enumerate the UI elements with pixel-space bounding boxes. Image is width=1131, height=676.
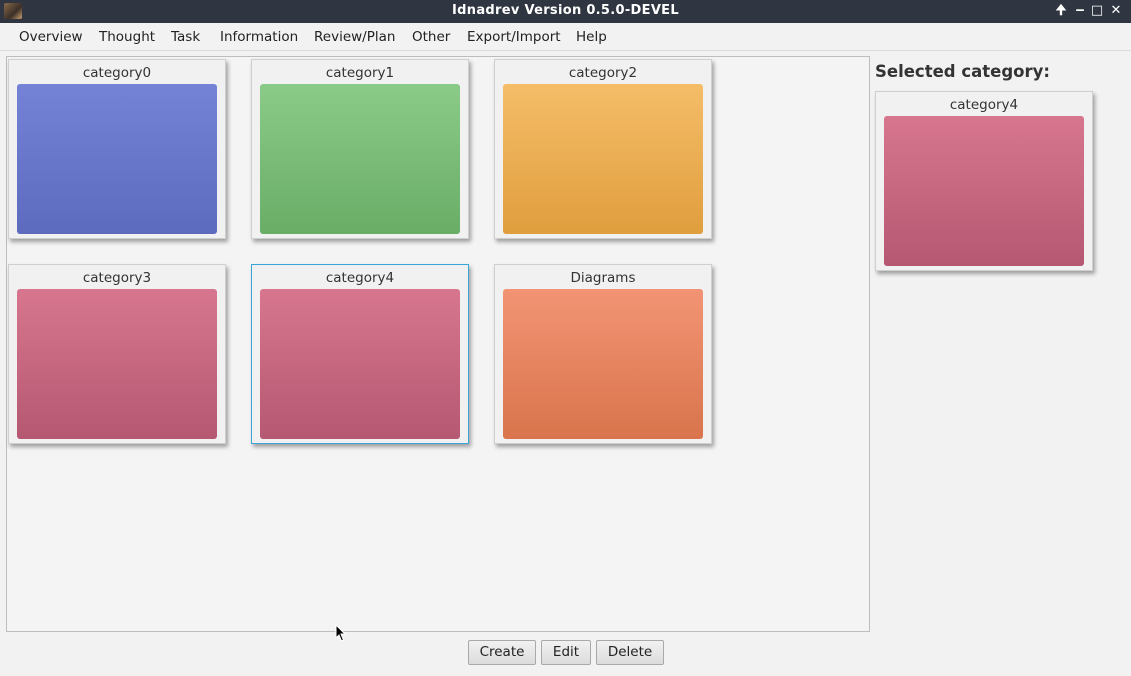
- menu-information[interactable]: Information: [220, 29, 298, 45]
- category-card[interactable]: category0: [8, 59, 226, 239]
- mouse-cursor-icon: [335, 624, 347, 642]
- menu-export-import[interactable]: Export/Import: [467, 29, 561, 45]
- menu-thought[interactable]: Thought: [99, 29, 155, 45]
- category-card[interactable]: category1: [251, 59, 469, 239]
- menu-help[interactable]: Help: [576, 29, 607, 45]
- edit-button[interactable]: Edit: [541, 640, 591, 665]
- minimize-icon[interactable]: ‒: [1072, 2, 1088, 20]
- selected-category-card: category4: [875, 91, 1093, 271]
- category-title: Diagrams: [570, 270, 636, 286]
- window-title: Idnadrev Version 0.5.0-DEVEL: [452, 3, 679, 18]
- category-title: category0: [82, 65, 152, 81]
- category-grid: category0 category1 category2 category3 …: [6, 56, 870, 632]
- maximize-icon[interactable]: □: [1089, 2, 1105, 20]
- menu-overview[interactable]: Overview: [19, 29, 83, 45]
- category-color-swatch: [17, 84, 217, 234]
- category-title: category3: [82, 270, 152, 286]
- delete-button[interactable]: Delete: [596, 640, 664, 665]
- category-color-swatch: [503, 84, 703, 234]
- category-title: category1: [325, 65, 395, 81]
- category-color-swatch: [503, 289, 703, 439]
- category-card[interactable]: category2: [494, 59, 712, 239]
- menu-other[interactable]: Other: [412, 29, 450, 45]
- category-card[interactable]: Diagrams: [494, 264, 712, 444]
- pin-icon[interactable]: 🠉: [1053, 2, 1069, 20]
- category-color-swatch: [260, 289, 460, 439]
- category-color-swatch: [260, 84, 460, 234]
- selected-category-color-swatch: [884, 116, 1084, 266]
- category-card-selected[interactable]: category4: [251, 264, 469, 444]
- create-button[interactable]: Create: [468, 640, 536, 665]
- menu-bar: Overview Thought Task Information Review…: [0, 23, 1131, 51]
- selected-category-title: category4: [949, 97, 1019, 113]
- menu-task[interactable]: Task: [171, 29, 200, 45]
- category-color-swatch: [17, 289, 217, 439]
- category-title: category4: [325, 270, 395, 286]
- selected-category-heading: Selected category:: [875, 62, 1050, 81]
- menu-review-plan[interactable]: Review/Plan: [314, 29, 395, 45]
- title-bar: Idnadrev Version 0.5.0-DEVEL 🠉 ‒ □ ✕: [0, 0, 1131, 23]
- category-card[interactable]: category3: [8, 264, 226, 444]
- close-icon[interactable]: ✕: [1108, 2, 1124, 20]
- category-title: category2: [568, 65, 638, 81]
